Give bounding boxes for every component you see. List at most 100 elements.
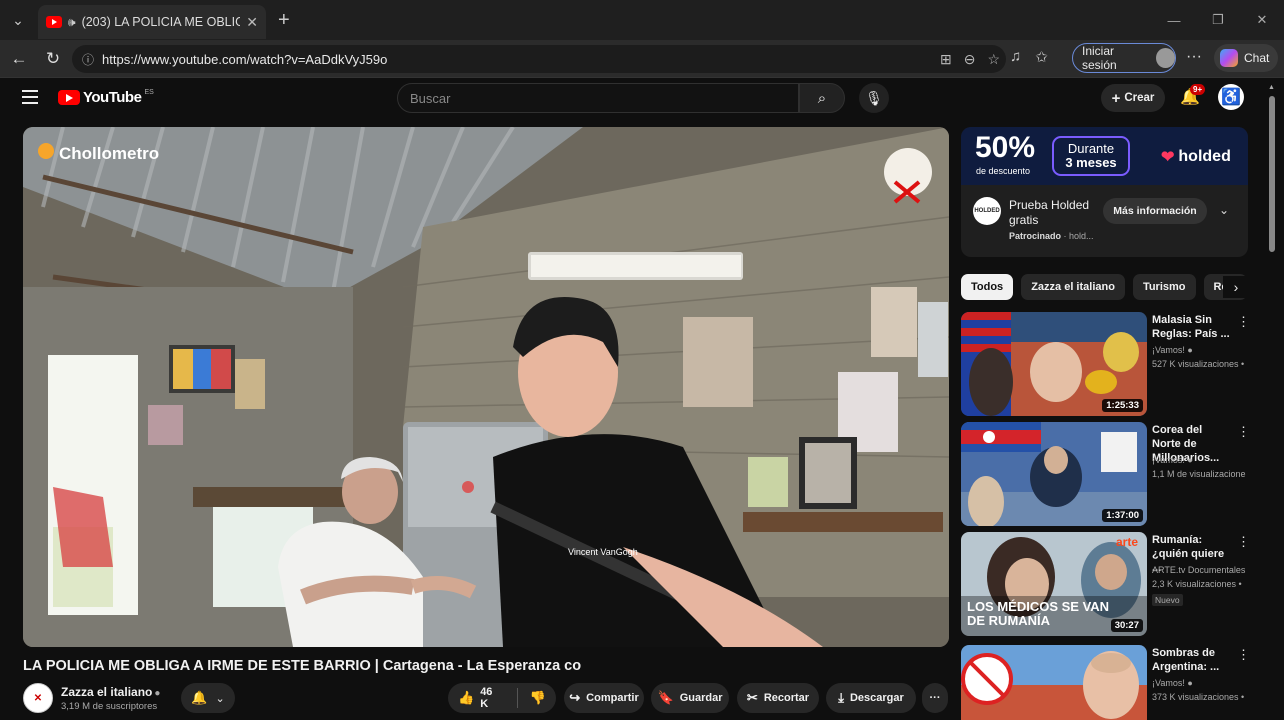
ad-duration-line2: 3 meses [1065, 155, 1117, 170]
clip-button[interactable]: ✂ Recortar [737, 683, 819, 713]
verified-check-icon: ● [154, 688, 161, 699]
browser-tab[interactable]: 🕪 (203) LA POLICIA ME OBLIGA ✕ [38, 5, 266, 39]
like-icon[interactable]: 👍 [458, 690, 474, 706]
new-tab-button[interactable]: + [278, 9, 290, 32]
filter-chips: Todos Zazza el italiano Turismo Rela [961, 274, 1248, 300]
ad-sponsored: Patrocinado · hold... [1009, 231, 1094, 241]
kebab-menu-icon[interactable]: ⋮ [1237, 314, 1250, 330]
tab-list-button[interactable]: ⌄ [0, 0, 36, 40]
favorite-star-icon[interactable]: ☆ [987, 51, 1000, 68]
video-player[interactable]: Chollometro Vincent VanGogh [23, 127, 949, 647]
close-tab-icon[interactable]: ✕ [246, 14, 258, 31]
download-button[interactable]: ⤓ Descargar [826, 683, 916, 713]
search-button[interactable]: ⌕ [799, 83, 845, 113]
site-info-icon[interactable]: ⓘ [82, 51, 94, 68]
rec-duration: 30:27 [1110, 619, 1143, 632]
kebab-menu-icon[interactable]: ⋮ [1237, 534, 1250, 550]
video-frame: Chollometro Vincent VanGogh [23, 127, 949, 647]
rec-channel[interactable]: ¡Vamos! ● [1152, 455, 1193, 465]
chevron-right-icon[interactable]: › [1223, 276, 1249, 298]
back-button[interactable]: ← [2, 49, 36, 69]
voice-search-button[interactable]: 🎙 [859, 83, 889, 113]
channel-avatar[interactable]: ✕ [23, 683, 53, 713]
reload-button[interactable]: ↻ [36, 49, 70, 69]
youtube-logo[interactable]: YouTube ES [58, 89, 154, 106]
more-actions-button[interactable]: ··· [922, 683, 948, 713]
menu-icon[interactable] [22, 90, 38, 104]
chevron-down-icon[interactable]: ⌄ [1219, 203, 1229, 217]
subscribed-bell-button[interactable]: 🔔 ⌄ [181, 683, 235, 713]
favorites-icon[interactable]: ✩ [1035, 48, 1048, 66]
zoom-icon[interactable]: ⊖ [964, 51, 976, 68]
account-avatar[interactable]: ♿ [1218, 84, 1244, 110]
rec-channel-text: ¡Vamos! [1152, 455, 1185, 465]
ad-card[interactable]: 50% de descuento Durante 3 meses ❤ holde… [961, 127, 1248, 257]
chip-todos[interactable]: Todos [961, 274, 1014, 300]
rec-duration: 1:25:33 [1102, 399, 1143, 412]
download-icon: ⤓ [838, 690, 844, 705]
chat-label: Chat [1244, 51, 1270, 65]
media-control-icon[interactable]: ♫ [1010, 48, 1021, 66]
create-button[interactable]: + Crear [1101, 84, 1165, 112]
kebab-menu-icon[interactable]: ⋮ [1237, 647, 1250, 663]
address-bar[interactable]: ⓘ https://www.youtube.com/watch?v=AaDdkV… [72, 45, 1006, 73]
ad-percent-desc: de descuento [976, 166, 1031, 176]
maximize-button[interactable]: ❐ [1196, 0, 1240, 40]
arte-logo: arte [1116, 535, 1138, 549]
apps-icon[interactable]: ⊞ [940, 51, 952, 68]
ad-title[interactable]: Prueba Holded gratis [1009, 198, 1109, 228]
more-menu-icon[interactable]: ··· [1186, 48, 1202, 66]
scrollbar-thumb[interactable] [1269, 96, 1275, 252]
kebab-menu-icon[interactable]: ⋮ [1237, 424, 1250, 440]
rec-channel[interactable]: ¡Vamos! ● [1152, 345, 1193, 355]
rec-thumbnail[interactable]: 1:37:00 [961, 422, 1147, 526]
signin-button[interactable]: Iniciar sesión [1072, 43, 1176, 73]
rec-channel[interactable]: ¡Vamos! ● [1152, 678, 1193, 688]
recommendation-item[interactable]: 1:37:00 Corea del Norte de Millonarios..… [961, 422, 1251, 526]
logo-country: ES [144, 89, 154, 96]
save-button[interactable]: 🔖 Guardar [651, 683, 729, 713]
like-count[interactable]: 46 K [480, 686, 503, 710]
clip-label: Recortar [763, 692, 810, 704]
ad-sponsored-label: Patrocinado [1009, 231, 1062, 241]
dislike-icon[interactable]: 👎 [530, 690, 546, 706]
url-text[interactable]: https://www.youtube.com/watch?v=AaDdkVyJ… [102, 52, 387, 67]
recommendation-item[interactable]: 1:25:33 Malasia Sin Reglas: País ... ¡Va… [961, 312, 1251, 416]
rec-views: 373 K visualizaciones • [1152, 692, 1245, 702]
rec-views: 2,3 K visualizaciones • [1152, 579, 1242, 589]
rec-thumbnail[interactable]: arte LOS MÉDICOS SE VAN DE RUMANÍA 30:27 [961, 532, 1147, 636]
ad-cta-button[interactable]: Más información [1103, 198, 1207, 224]
ad-banner[interactable]: 50% de descuento Durante 3 meses ❤ holde… [961, 127, 1248, 185]
subscriber-count: 3,19 M de suscriptores [61, 701, 158, 712]
chip-channel[interactable]: Zazza el italiano [1021, 274, 1125, 300]
bookmark-icon: 🔖 [657, 690, 674, 705]
page-scrollbar[interactable]: ▲ [1267, 84, 1277, 720]
verified-check-icon: ● [1187, 455, 1193, 465]
rec-views: 527 K visualizaciones • [1152, 359, 1245, 369]
scroll-up-icon[interactable]: ▲ [1268, 84, 1275, 91]
signin-label: Iniciar sesión [1082, 44, 1117, 72]
rec-thumbnail[interactable]: 1:25:33 [961, 312, 1147, 416]
minimize-button[interactable]: — [1152, 0, 1196, 40]
rec-title[interactable]: Malasia Sin Reglas: País ... [1152, 313, 1230, 341]
rec-channel[interactable]: ARTE.tv Documentales [1152, 565, 1245, 575]
rec-thumbnail[interactable] [961, 645, 1147, 720]
ad-advertiser-logo[interactable]: HOLDED [973, 197, 1001, 225]
rec-views: 1,1 M de visualizacione [1152, 469, 1246, 479]
youtube-page: YouTube ES ⌕ 🎙 + Crear 🔔 9+ ♿ [0, 78, 1284, 720]
copilot-chat-button[interactable]: Chat [1214, 44, 1278, 72]
profile-avatar [1156, 48, 1175, 68]
recommendation-item[interactable]: Sombras de Argentina: ... ¡Vamos! ● 373 … [961, 645, 1251, 720]
channel-name[interactable]: Zazza el italiano ● [61, 685, 160, 699]
share-button[interactable]: ↪ Compartir [564, 683, 644, 713]
holded-heart-icon: ❤ [1161, 149, 1175, 166]
rec-title[interactable]: Sombras de Argentina: ... [1152, 646, 1230, 674]
rec-thumbnail-image [961, 645, 1147, 720]
chip-turismo[interactable]: Turismo [1132, 274, 1196, 300]
recommendation-item[interactable]: arte LOS MÉDICOS SE VAN DE RUMANÍA 30:27… [961, 532, 1251, 636]
download-label: Descargar [849, 692, 904, 704]
search-input[interactable] [410, 90, 798, 106]
close-window-button[interactable]: ✕ [1240, 0, 1284, 40]
verified-check-icon: ● [1187, 345, 1193, 355]
speaker-icon[interactable]: 🕪 [68, 15, 76, 30]
